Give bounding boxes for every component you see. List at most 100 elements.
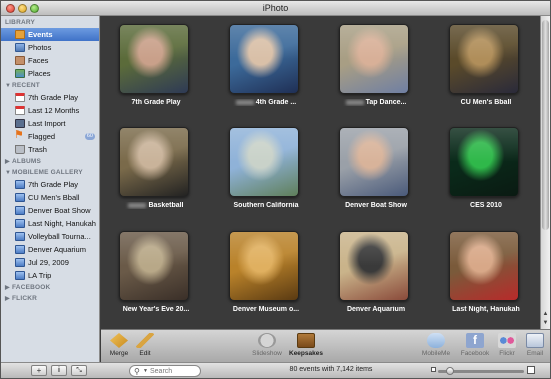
sidebar-item-photos[interactable]: Photos [1, 41, 99, 54]
event-title[interactable]: Denver Boat Show [321, 202, 431, 209]
event-tile[interactable]: CES 2010 [431, 119, 541, 219]
sidebar-item-gallery-album[interactable]: Denver Aquarium [1, 243, 99, 256]
event-title[interactable]: Denver Aquarium [321, 306, 431, 313]
sidebar-item-last-12-months[interactable]: Last 12 Months [1, 104, 99, 117]
sidebar-item-gallery-album[interactable]: Jul 29, 2009 [1, 256, 99, 269]
play-icon [258, 333, 276, 348]
iphoto-window: iPhoto LIBRARY Events Photos Faces Place… [0, 0, 551, 379]
sidebar-item-gallery-album[interactable]: CU Men's Bball [1, 191, 99, 204]
calendar-icon [15, 106, 25, 115]
photos-icon [15, 43, 25, 52]
event-tile[interactable]: Tap Dance... [321, 16, 431, 116]
search-field[interactable]: ⚲ ▼ Search [129, 365, 201, 377]
trash-icon [15, 145, 25, 154]
mobileme-button[interactable]: MobileMe [419, 333, 453, 357]
section-library[interactable]: LIBRARY [1, 17, 99, 28]
scroll-down-arrow-icon[interactable]: ▼ [541, 319, 550, 328]
zoom-small-icon [431, 367, 436, 372]
sidebar-item-trash[interactable]: Trash [1, 143, 99, 156]
event-title[interactable]: Tap Dance... [321, 99, 431, 106]
event-title[interactable]: 4th Grade ... [211, 99, 321, 106]
event-tile[interactable]: Denver Museum o... [211, 223, 321, 323]
edit-button[interactable]: Edit [135, 333, 155, 357]
event-thumbnail[interactable] [229, 127, 299, 197]
section-mobileme-gallery[interactable]: ▼MOBILEME GALLERY [1, 167, 99, 178]
event-thumbnail[interactable] [229, 24, 299, 94]
gallery-album-icon [15, 271, 25, 280]
flickr-button[interactable]: Flickr [495, 333, 519, 357]
vertical-scrollbar[interactable]: ▲ ▼ [540, 16, 550, 329]
fullscreen-button[interactable]: ⤡ [71, 365, 87, 376]
event-tile[interactable]: Last Night, Hanukah [431, 223, 541, 323]
event-thumbnail[interactable] [339, 231, 409, 301]
event-tile[interactable]: Basketball [101, 119, 211, 219]
event-tile[interactable]: Denver Boat Show [321, 119, 431, 219]
source-list: LIBRARY Events Photos Faces Places ▼RECE… [1, 16, 100, 362]
event-thumbnail[interactable] [449, 127, 519, 197]
section-flickr[interactable]: ▶ FLICKR [1, 293, 99, 304]
event-tile[interactable]: CU Men's Bball [431, 16, 541, 116]
facebook-button[interactable]: f Facebook [459, 333, 491, 357]
event-thumbnail[interactable] [449, 24, 519, 94]
sidebar-item-7th-grade-play[interactable]: 7th Grade Play [1, 91, 99, 104]
sidebar-item-gallery-album[interactable]: 7th Grade Play [1, 178, 99, 191]
email-button[interactable]: Email [523, 333, 547, 357]
search-menu-caret-icon[interactable]: ▼ [143, 367, 148, 376]
event-tile[interactable]: Southern California [211, 119, 321, 219]
event-tile[interactable]: New Year's Eve 20... [101, 223, 211, 323]
scroll-up-arrow-icon[interactable]: ▲ [541, 310, 550, 319]
zoom-large-icon [527, 366, 535, 374]
search-icon: ⚲ [134, 367, 140, 376]
sidebar-item-faces[interactable]: Faces [1, 54, 99, 67]
gallery-album-icon [15, 245, 25, 254]
event-thumbnail[interactable] [119, 24, 189, 94]
event-tile[interactable]: Denver Aquarium [321, 223, 431, 323]
window-title: iPhoto [262, 3, 289, 13]
event-title[interactable]: CU Men's Bball [431, 99, 541, 106]
pencil-icon [136, 333, 154, 348]
event-title[interactable]: CES 2010 [431, 202, 541, 209]
event-title[interactable]: Last Night, Hanukah [431, 306, 541, 313]
section-albums[interactable]: ▶ ALBUMS [1, 156, 99, 167]
event-title[interactable]: 7th Grade Play [101, 99, 211, 106]
sidebar-item-events[interactable]: Events [1, 28, 99, 41]
event-title[interactable]: New Year's Eve 20... [101, 306, 211, 313]
zoom-slider-knob[interactable] [446, 367, 454, 375]
gallery-album-icon [15, 180, 25, 189]
event-thumbnail[interactable] [449, 231, 519, 301]
sidebar-item-flagged[interactable]: Flagged 60 [1, 130, 99, 143]
event-title[interactable]: Southern California [211, 202, 321, 209]
event-tile[interactable]: 7th Grade Play [101, 16, 211, 116]
section-recent[interactable]: ▼RECENT [1, 80, 99, 91]
zoom-slider[interactable] [438, 367, 524, 375]
import-icon [15, 119, 25, 128]
keepsakes-button[interactable]: Keepsakes [289, 333, 323, 357]
merge-button[interactable]: Merge [107, 333, 131, 357]
info-button[interactable]: i [51, 365, 67, 376]
event-thumbnail[interactable] [119, 127, 189, 197]
sidebar-item-gallery-album[interactable]: Denver Boat Show [1, 204, 99, 217]
slideshow-button[interactable]: Slideshow [251, 333, 283, 357]
disclosure-triangle-icon[interactable]: ▶ [5, 294, 12, 305]
sidebar-item-gallery-album[interactable]: Volleyball Tourna... [1, 230, 99, 243]
cloud-icon [427, 333, 445, 348]
flag-icon [14, 130, 25, 142]
scrollbar-thumb[interactable] [542, 20, 549, 230]
event-thumbnail[interactable] [119, 231, 189, 301]
section-facebook[interactable]: ▶ FACEBOOK [1, 282, 99, 293]
event-thumbnail[interactable] [339, 127, 409, 197]
event-thumbnail[interactable] [229, 231, 299, 301]
search-input[interactable]: Search [150, 367, 172, 376]
merge-icon [110, 333, 128, 348]
sidebar-item-gallery-album[interactable]: Last Night, Hanukah [1, 217, 99, 230]
sidebar-item-places[interactable]: Places [1, 67, 99, 80]
sidebar-item-gallery-album[interactable]: LA Trip [1, 269, 99, 282]
event-title[interactable]: Denver Museum o... [211, 306, 321, 313]
facebook-icon: f [466, 333, 484, 348]
event-thumbnail[interactable] [339, 24, 409, 94]
event-title[interactable]: Basketball [101, 202, 211, 209]
event-tile[interactable]: 4th Grade ... [211, 16, 321, 116]
add-button[interactable]: + [31, 365, 47, 376]
email-icon [526, 333, 544, 348]
sidebar-item-last-import[interactable]: Last Import [1, 117, 99, 130]
